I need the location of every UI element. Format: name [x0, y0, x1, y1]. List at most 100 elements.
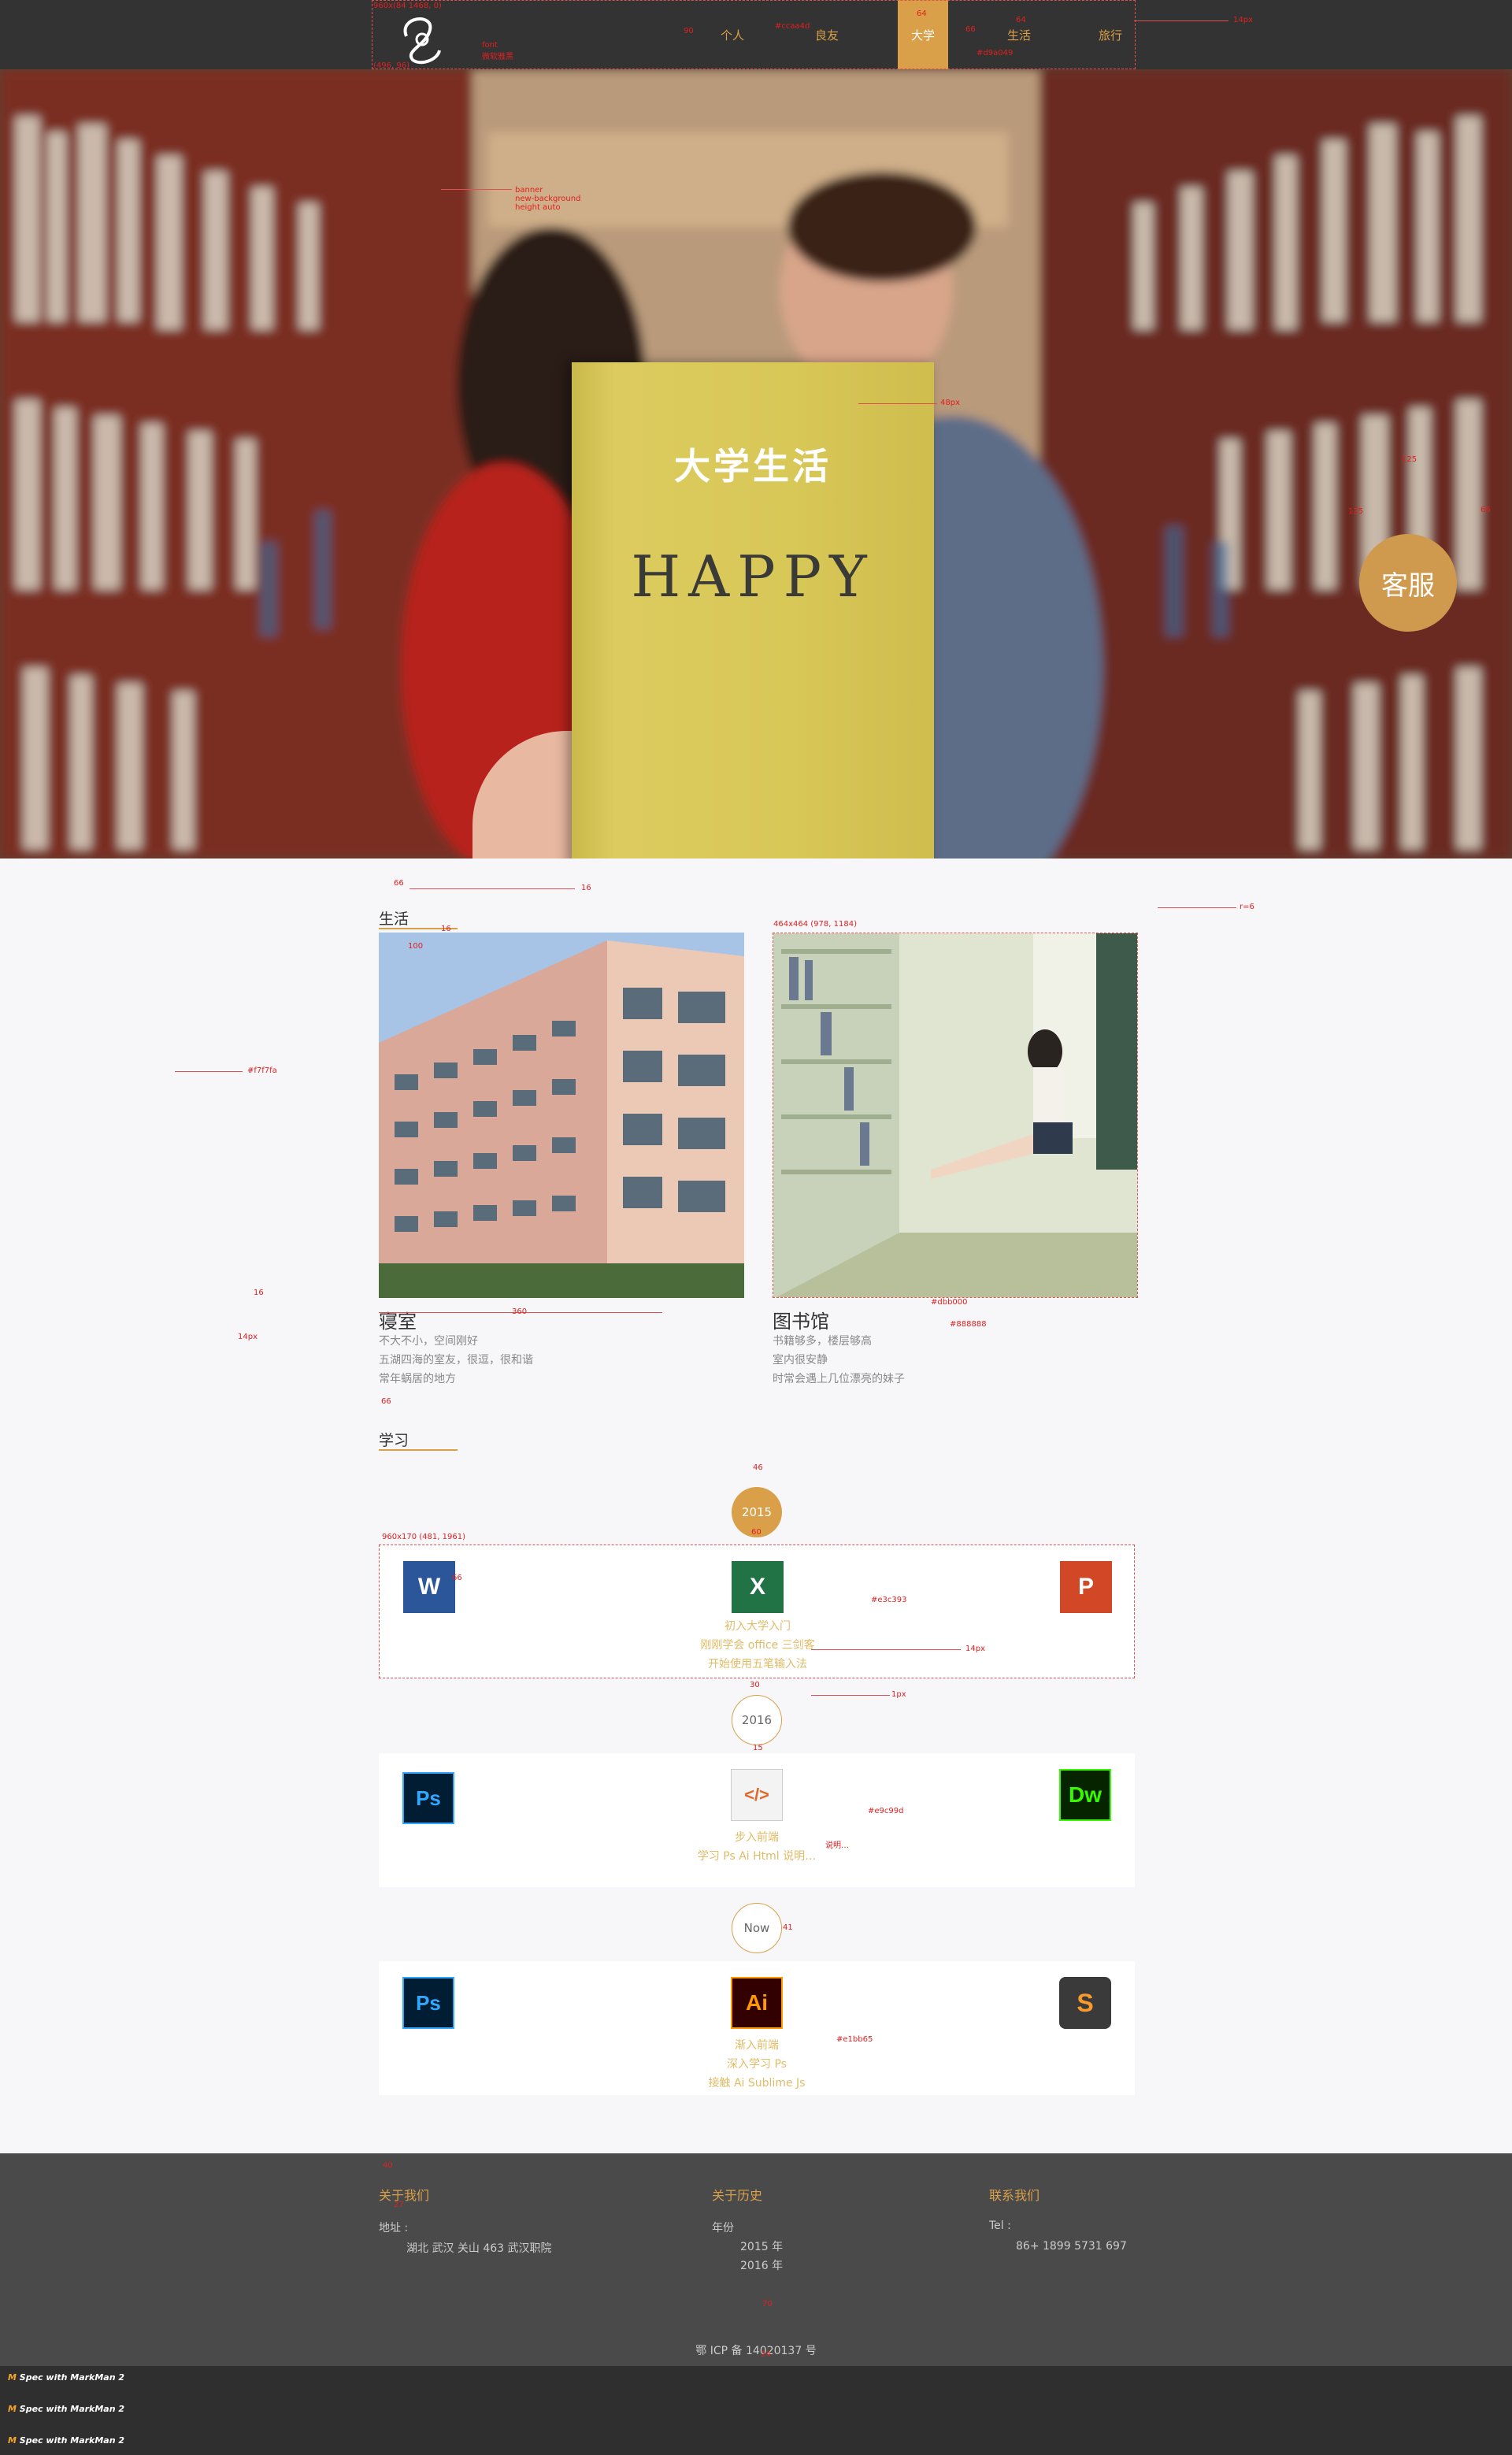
- timeline-year-label: Now: [743, 1921, 770, 1935]
- timeline-text: 开始使用五笔输入法: [708, 1658, 807, 1671]
- library-girl-image: [773, 933, 1137, 1297]
- spec-label: 40: [383, 2161, 393, 2170]
- spec-line: [410, 888, 575, 889]
- dorm-photo: [379, 933, 744, 1298]
- spec-label: 16: [441, 925, 451, 933]
- spec-label: 66: [452, 1574, 462, 1582]
- spec-label: 16: [254, 1289, 264, 1297]
- timeline-text: 接触 Ai Sublime Js: [708, 2077, 806, 2090]
- spec-label: #dbb000: [931, 1298, 968, 1307]
- timeline-year-label: 2016: [741, 1713, 773, 1727]
- spec-label: 90: [684, 27, 694, 35]
- spec-label: 64: [917, 9, 927, 18]
- library-desc-line: 时常会遇上几位漂亮的妹子: [773, 1373, 905, 1385]
- spec-label: 27: [394, 2201, 404, 2209]
- timeline-year-label: 2015: [741, 1505, 773, 1519]
- life-section-title: 生活: [379, 910, 410, 928]
- spec-label: r=6: [1240, 903, 1254, 911]
- photoshop-icon: Ps: [402, 1977, 454, 2029]
- spec-line: [811, 1649, 961, 1650]
- footer-address: 湖北 武汉 关山 463 武汉职院: [406, 2242, 552, 2255]
- spec-label: 41: [783, 1923, 793, 1932]
- sublime-text-icon: S: [1059, 1977, 1111, 2029]
- dorm-desc-line: 常年蜗居的地方: [379, 1373, 456, 1385]
- markman-badge: M Spec with MarkMan 2: [8, 2404, 125, 2414]
- spec-line: [1134, 20, 1228, 21]
- timeline-text: 渐入前端: [735, 2039, 779, 2052]
- spec-label: #e1bb65: [836, 2035, 873, 2044]
- timeline-box-2016: Ps </> Dw 步入前端 学习 Ps Ai Html 说明…: [379, 1753, 1135, 1887]
- hero-book: 大学生活 HAPPY: [572, 362, 934, 859]
- markman-logo-icon: M: [8, 2404, 17, 2414]
- timeline-text: 初入大学入门: [724, 1620, 791, 1633]
- footer-tel: 86+ 1899 5731 697: [1016, 2240, 1127, 2253]
- spec-label: 66: [381, 1397, 391, 1406]
- spec-label: 15: [753, 1744, 763, 1752]
- spec-label: 66: [965, 25, 976, 34]
- markman-badge: M Spec with MarkMan 2: [8, 2372, 125, 2383]
- timeline-text: 步入前端: [735, 1831, 779, 1844]
- spec-label: #e9c99d: [868, 1807, 904, 1815]
- study-section-title: 学习: [379, 1432, 410, 1449]
- library-desc-line: 书籍够多，楼层够高: [773, 1335, 872, 1348]
- timeline-text: 深入学习 Ps: [727, 2058, 787, 2071]
- spec-label: 14px: [238, 1333, 258, 1341]
- spec-label: 14px: [965, 1645, 985, 1653]
- word-icon: W: [403, 1561, 455, 1613]
- spec-label: #888888: [950, 1320, 987, 1329]
- footer: 关于我们 地址 : 湖北 武汉 关山 463 武汉职院 关于历史 年份 2015…: [0, 2153, 1512, 2366]
- spec-label: 46: [753, 1463, 763, 1472]
- timeline-year-now: Now: [732, 1903, 782, 1953]
- library-photo: [773, 933, 1138, 1298]
- hero-banner: 大学生活 HAPPY 客服: [0, 69, 1512, 859]
- spec-line: [858, 403, 937, 404]
- timeline-box-now: Ps Ai S 渐入前端 深入学习 Ps 接触 Ai Sublime Js: [379, 1961, 1135, 2095]
- spec-line: [811, 1695, 890, 1696]
- markman-bar: M Spec with MarkMan 2 M Spec with MarkMa…: [0, 2366, 1512, 2455]
- spec-label: 100: [408, 942, 424, 951]
- markman-badge: M Spec with MarkMan 2: [8, 2435, 125, 2446]
- spec-label: 24: [761, 2350, 771, 2359]
- spec-label: 16: [581, 884, 591, 892]
- powerpoint-icon: P: [1060, 1561, 1112, 1613]
- spec-label: 说明…: [825, 1841, 849, 1850]
- spec-label: 66: [394, 879, 404, 888]
- spec-label: 48px: [940, 399, 960, 407]
- dorm-building-image: [379, 933, 744, 1298]
- library-desc-line: 室内很安静: [773, 1354, 828, 1367]
- timeline-box-2015: W X P 初入大学入门 刚刚学会 office 三剑客 开始使用五笔输入法: [379, 1545, 1135, 1678]
- customer-service-label: 客服: [1381, 569, 1435, 602]
- dorm-desc-line: 五湖四海的室友，很逗，很和谐: [379, 1354, 533, 1367]
- footer-year-label: 年份: [712, 2222, 734, 2234]
- spec-line: [441, 189, 512, 190]
- spec-label: 30: [750, 1681, 760, 1689]
- timeline-year-2016: 2016: [732, 1695, 782, 1745]
- spec-label: 464x464 (978, 1184): [773, 920, 857, 929]
- spec-label: banner new-background height auto: [515, 186, 581, 212]
- footer-tel-label: Tel :: [989, 2220, 1011, 2232]
- spec-label: 960x(84 1468, 0): [373, 2, 442, 10]
- dreamweaver-icon: Dw: [1059, 1769, 1111, 1821]
- dorm-desc-line: 不大不小，空间刚好: [379, 1335, 478, 1348]
- spec-label: 1px: [891, 1690, 906, 1699]
- markman-logo-icon: M: [8, 2435, 17, 2446]
- illustrator-icon: Ai: [731, 1977, 783, 2029]
- library-title: 图书馆: [773, 1311, 829, 1333]
- photoshop-icon: Ps: [402, 1772, 454, 1824]
- spec-label: 64: [1016, 16, 1026, 24]
- footer-address-label: 地址 :: [379, 2222, 409, 2234]
- customer-service-button[interactable]: 客服: [1359, 534, 1457, 632]
- spec-label: font 微软雅黑: [482, 41, 513, 61]
- timeline-text: 刚刚学会 office 三剑客: [700, 1639, 815, 1652]
- spec-label: 360: [512, 1307, 528, 1316]
- excel-icon: X: [732, 1561, 784, 1613]
- spec-label: #f7f7fa: [247, 1066, 277, 1075]
- footer-year: 2016 年: [740, 2260, 784, 2272]
- spec-label: 60: [751, 1528, 762, 1537]
- spec-label: (496, 96): [373, 61, 410, 70]
- footer-history-title: 关于历史: [712, 2188, 763, 2203]
- spec-line: [175, 1071, 243, 1072]
- spec-label: 960x170 (481, 1961): [382, 1533, 465, 1541]
- footer-year: 2015 年: [740, 2241, 784, 2253]
- footer-contact-title: 联系我们: [989, 2188, 1040, 2203]
